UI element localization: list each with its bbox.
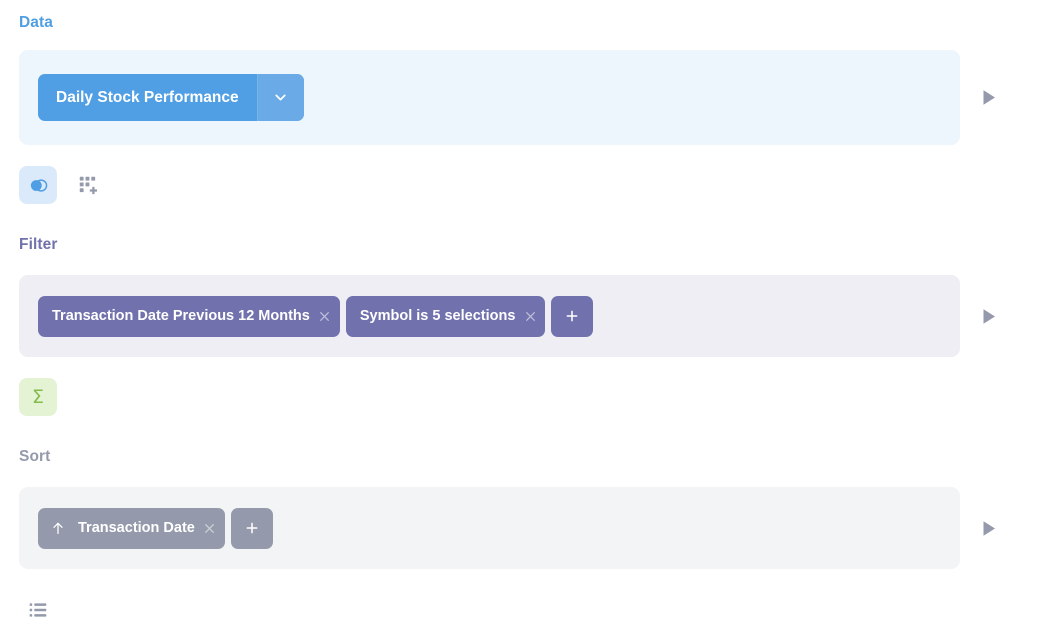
data-step-panel: Daily Stock Performance [19,50,960,145]
add-filter-button[interactable] [551,295,594,337]
sort-action-row [0,591,1052,626]
notebook-section-filter: Filter Transaction Date Previous 12 Mont… [0,204,1052,416]
data-source-name: Daily Stock Performance [56,88,239,106]
sort-chip[interactable]: Transaction Date [38,507,225,549]
data-source-chip[interactable]: Daily Stock Performance [38,74,304,121]
filter-chip[interactable]: Transaction Date Previous 12 Months [38,295,340,337]
section-header-data: Data [19,14,53,31]
section-header-sort: Sort [19,448,51,465]
arrow-up-icon[interactable] [38,508,72,549]
filter-chip-label: Transaction Date Previous 12 Months [52,308,310,324]
add-column-icon[interactable] [69,166,107,204]
notebook-section-data: Data Daily Stock Performance [0,0,1052,204]
sort-step-row: Transaction Date [0,487,1052,569]
data-action-row [0,166,1052,204]
join-data-icon[interactable] [19,166,57,204]
data-preview-play-icon[interactable] [978,87,1000,109]
sigma-icon[interactable]: Σ [19,378,57,416]
filter-action-row: Σ [0,378,1052,416]
sort-preview-play-icon[interactable] [978,517,1000,539]
notebook-section-sort: Sort Transaction Date [0,416,1052,626]
sigma-glyph: Σ [31,385,44,408]
filter-chip[interactable]: Symbol is 5 selections [345,295,546,337]
close-icon[interactable] [515,296,545,337]
filter-step-panel: Transaction Date Previous 12 Months Symb… [19,275,960,357]
section-header-filter: Filter [19,236,58,253]
close-icon[interactable] [310,296,340,337]
chevron-down-icon[interactable] [256,74,304,121]
data-step-row: Daily Stock Performance [0,50,1052,145]
close-icon[interactable] [195,508,225,549]
add-sort-button[interactable] [230,507,273,549]
filter-preview-play-icon[interactable] [978,305,1000,327]
notebook-editor: Data Daily Stock Performance Filter Tran… [0,0,1052,626]
row-limit-icon[interactable] [19,591,57,626]
sort-step-panel: Transaction Date [19,487,960,569]
sort-chip-label: Transaction Date [78,520,195,536]
filter-chip-label: Symbol is 5 selections [359,308,516,324]
filter-step-row: Transaction Date Previous 12 Months Symb… [0,275,1052,357]
